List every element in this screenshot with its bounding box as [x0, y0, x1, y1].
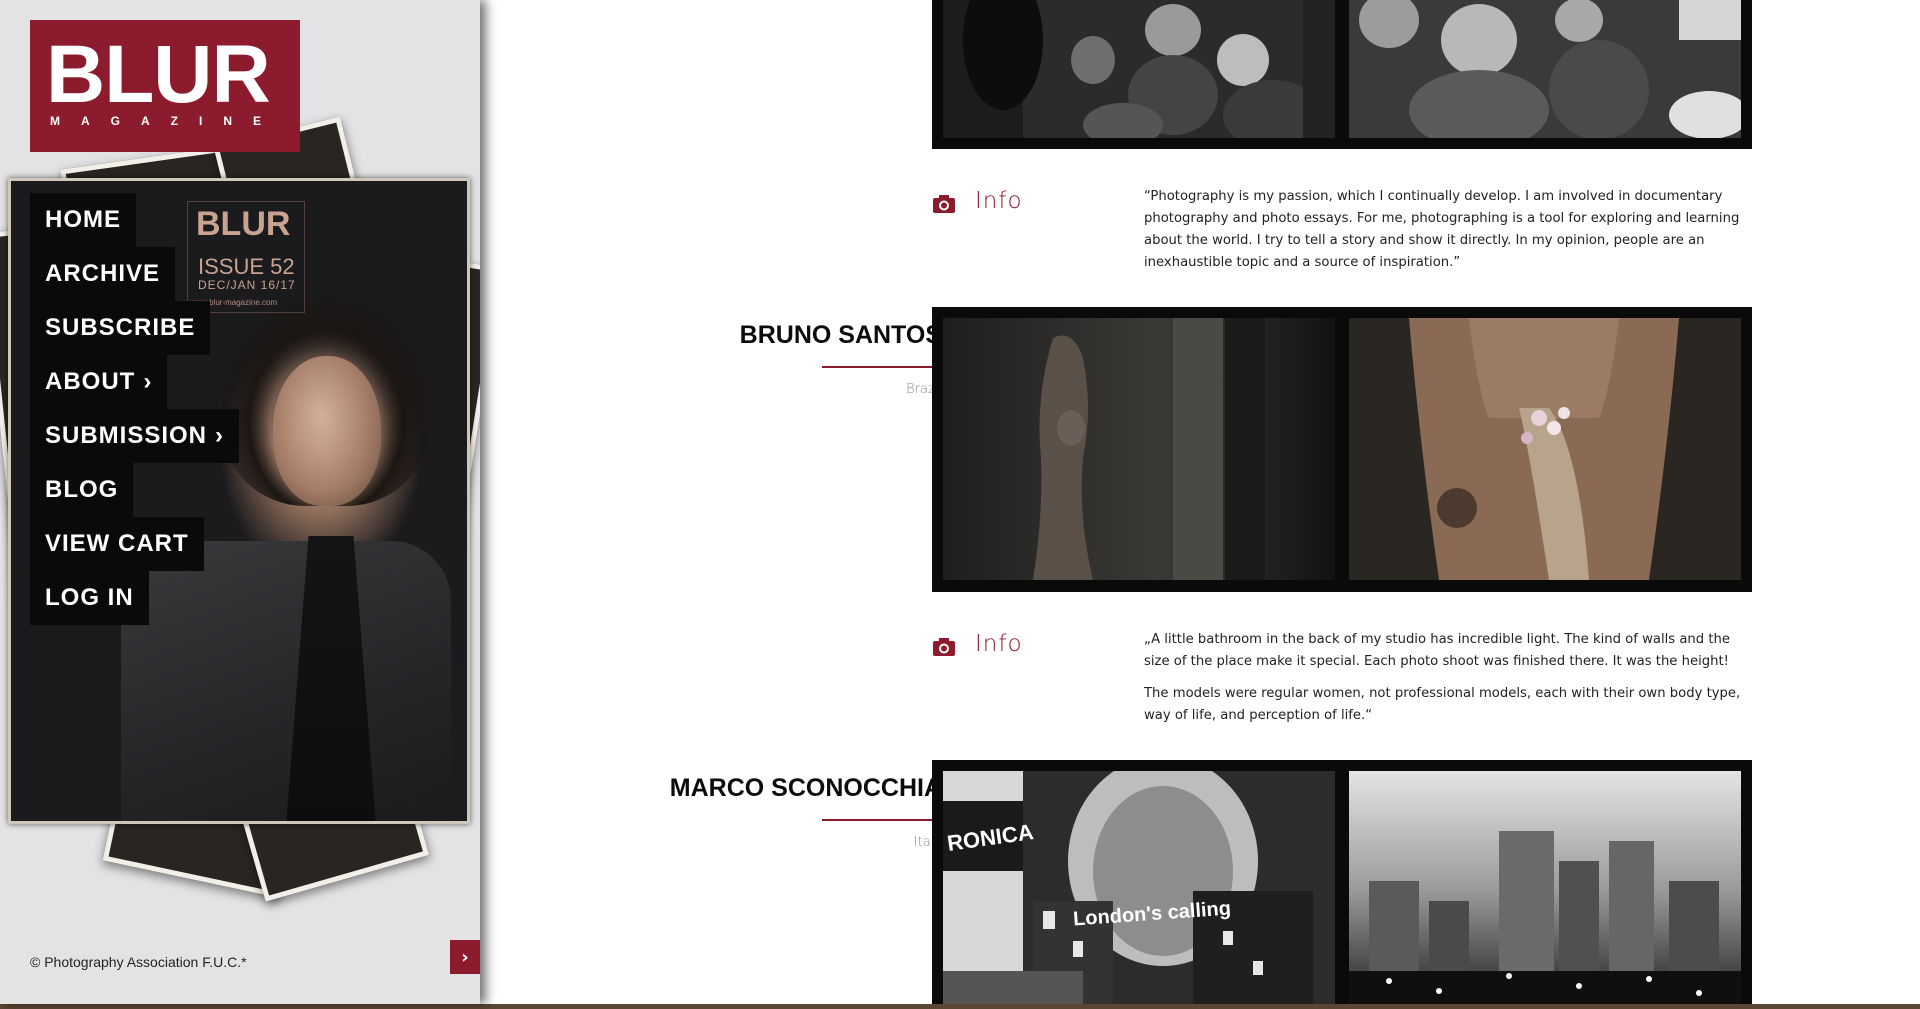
gallery-content: Info “Photography is my passion, which I…: [480, 0, 1920, 1004]
bottom-strip: [0, 1004, 1920, 1009]
flowers-tattoo-photo[interactable]: [1349, 318, 1741, 580]
photo-gallery: [932, 307, 1752, 592]
info-label[interactable]: Info: [975, 631, 1023, 657]
london-collage-photo[interactable]: RONICA London's calling: [943, 771, 1335, 1004]
nav-view-cart[interactable]: VIEW CART: [30, 517, 204, 571]
nude-doorway-photo[interactable]: [943, 318, 1335, 580]
artist-statement: “Photography is my passion, which I cont…: [1144, 186, 1752, 284]
chevron-right-icon: ›: [215, 422, 225, 449]
artist-country: Italy: [913, 835, 942, 850]
blur-magazine-logo[interactable]: BLUR MAGAZINE: [30, 20, 300, 152]
city-lights-photo[interactable]: [1349, 771, 1741, 1004]
nav-label: ARCHIVE: [45, 260, 161, 287]
chevron-right-icon: ›: [461, 946, 469, 968]
logo-wordmark: BLUR: [46, 29, 271, 120]
artist-heading: BRUNO SANTOS Brazil: [740, 321, 942, 397]
nav-about[interactable]: ABOUT ›: [30, 355, 168, 409]
nav-log-in[interactable]: LOG IN: [30, 571, 149, 625]
main-navigation: HOME ARCHIVE SUBSCRIBE ABOUT › SUBMISSION…: [30, 193, 240, 625]
artist-name[interactable]: MARCO SCONOCCHIA: [670, 774, 942, 803]
artist-statement: „A little bathroom in the back of my stu…: [1144, 629, 1752, 737]
camera-icon: [933, 195, 955, 213]
nav-label: VIEW CART: [45, 530, 189, 557]
nav-label: HOME: [45, 206, 121, 233]
cover-portrait: [273, 356, 381, 506]
sidebar: BLUR MAGAZINE BLUR ISSUE 52 DEC/JAN 16/1…: [0, 0, 480, 1004]
artist-name[interactable]: BRUNO SANTOS: [740, 321, 942, 350]
artist-country: Brazil: [906, 382, 942, 397]
chevron-right-icon: ›: [143, 368, 153, 395]
nav-label: BLOG: [45, 476, 119, 503]
statement-paragraph: “Photography is my passion, which I cont…: [1144, 189, 1740, 270]
logo-subtitle: MAGAZINE: [50, 114, 282, 128]
crowd-photo-right[interactable]: [1349, 0, 1741, 138]
artist-heading: MARCO SCONOCCHIA Italy: [670, 774, 942, 850]
nav-label: SUBSCRIBE: [45, 314, 196, 341]
statement-paragraph: „A little bathroom in the back of my stu…: [1144, 632, 1730, 669]
nav-label: LOG IN: [45, 584, 134, 611]
info-label[interactable]: Info: [975, 188, 1023, 214]
photo-gallery: [932, 0, 1752, 149]
collapse-sidebar-button[interactable]: ›: [450, 940, 480, 974]
statement-paragraph: The models were regular women, not profe…: [1144, 686, 1741, 723]
copyright-text: © Photography Association F.U.C.*: [30, 954, 247, 970]
nav-subscribe[interactable]: SUBSCRIBE: [30, 301, 211, 355]
nav-label: ABOUT: [45, 368, 136, 395]
nav-label: SUBMISSION: [45, 422, 208, 449]
nav-home[interactable]: HOME: [30, 193, 136, 247]
crowd-photo-left[interactable]: [943, 0, 1335, 138]
divider: [822, 819, 942, 821]
divider: [822, 366, 942, 368]
camera-icon: [933, 638, 955, 656]
photo-gallery: RONICA London's calling: [932, 760, 1752, 1004]
nav-blog[interactable]: BLOG: [30, 463, 134, 517]
nav-submission[interactable]: SUBMISSION ›: [30, 409, 240, 463]
nav-archive[interactable]: ARCHIVE: [30, 247, 176, 301]
